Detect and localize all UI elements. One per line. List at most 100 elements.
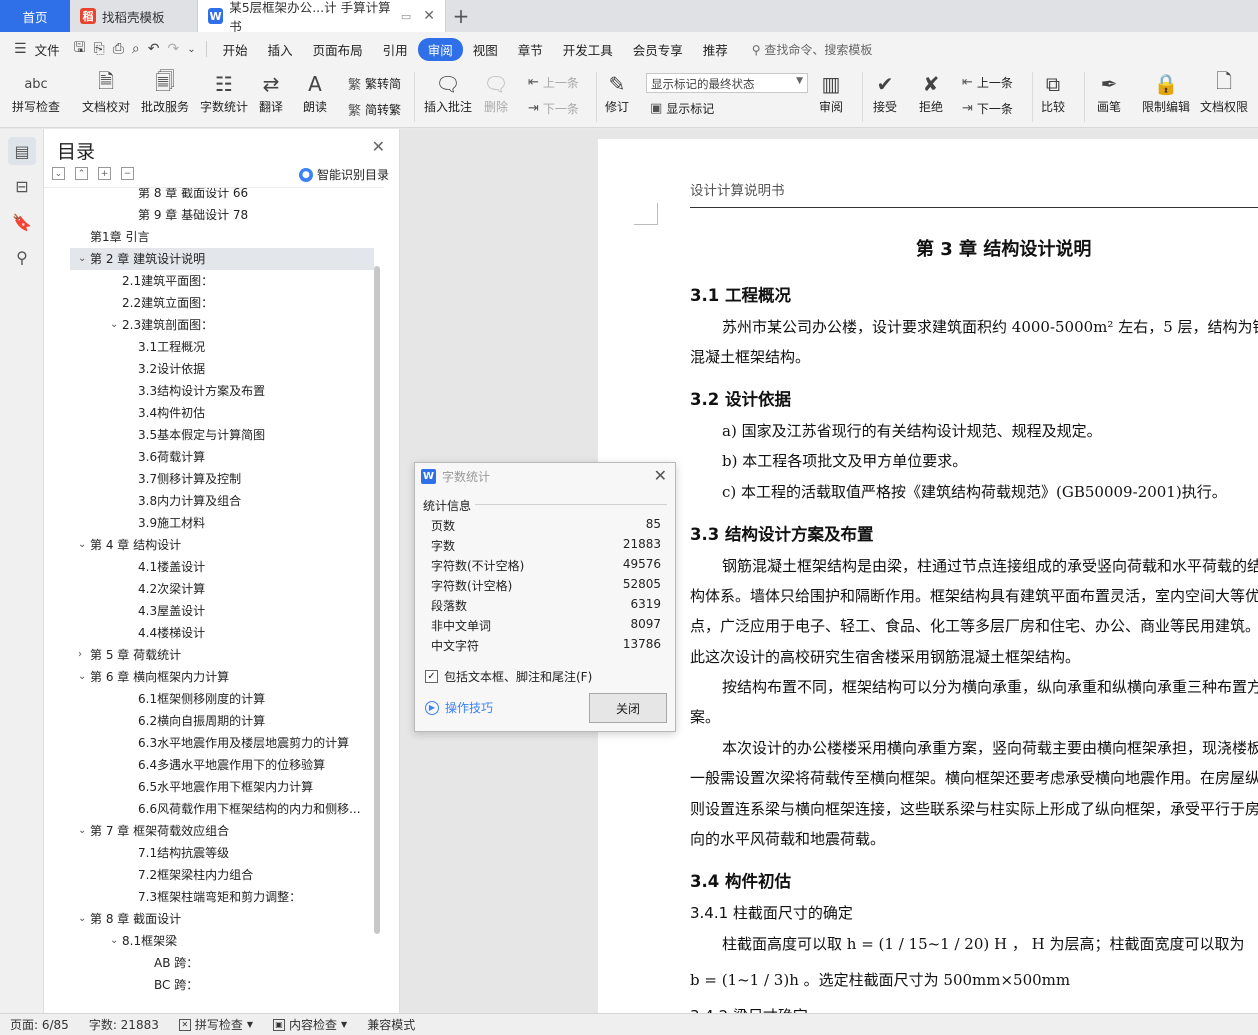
toc-item[interactable]: BC 跨： [154,974,198,996]
translate-button[interactable]: ⇄ 翻译 [258,70,284,115]
command-search[interactable]: ⚲ 查找命令、搜索模板 [752,41,873,58]
close-button[interactable]: 关闭 [589,693,667,723]
menu-item-layout[interactable]: 页面布局 [303,40,373,59]
toc-item[interactable]: 3.5基本假定与计算简图 [138,424,265,446]
to-traditional-button[interactable]: 繁繁转简 [348,74,401,93]
word-count-indicator[interactable]: 字数: 21883 [79,1016,169,1033]
tab-home[interactable]: 首页 [0,0,70,32]
menu-item-devtools[interactable]: 开发工具 [553,40,623,59]
markup-state-select[interactable]: 显示标记的最终状态 ▼ [646,73,808,93]
toc-item[interactable]: 6.1框架侧移刚度的计算 [138,688,265,710]
toc-item[interactable]: 3.4构件初估 [138,402,205,424]
toc-item[interactable]: › 第 5 章 荷载统计 [78,644,181,666]
new-tab-button[interactable]: + [446,0,476,32]
chevron-down-icon[interactable]: ⌄ [78,820,86,842]
menu-file[interactable]: 文件 [31,40,70,59]
toc-item[interactable]: 4.2次梁计算 [138,578,205,600]
spellcheck-status[interactable]: ✕ 拼写检查 ▼ [169,1016,263,1033]
chevron-down-icon[interactable]: ⌄ [110,930,118,952]
toc-item[interactable]: AB 跨： [154,952,198,974]
spellcheck-button[interactable]: abc 拼写检查 [12,70,60,115]
section-nav-icon[interactable]: ⊟ [8,172,36,200]
page-indicator[interactable]: 页面: 6/85 [0,1016,79,1033]
chevron-right-icon[interactable]: › [78,644,82,666]
menu-item-insert[interactable]: 插入 [258,40,303,59]
restrict-edit-button[interactable]: 🔒 限制编辑 [1142,70,1190,115]
chevron-down-icon[interactable]: ⌄ [78,666,86,688]
next-comment-button[interactable]: ⇥ 下一条 [528,100,579,117]
word-count-button[interactable]: ☷ 字数统计 [200,70,248,115]
toc-item[interactable]: ⌄ 2.3建筑剖面图： [110,314,213,336]
dock-icon[interactable]: ▭ [401,10,411,23]
toc-item[interactable]: 2.2建筑立面图： [122,292,213,314]
redo-icon[interactable]: ↷ [164,41,184,57]
tab-templates[interactable]: 稻 找稻壳模板 [70,0,198,32]
insert-comment-button[interactable]: 🗨 插入批注 [424,70,472,115]
toc-scrollbar[interactable] [374,266,380,934]
read-aloud-button[interactable]: A 朗读 [302,70,328,115]
toc-item[interactable]: 4.1楼盖设计 [138,556,205,578]
menu-item-section[interactable]: 章节 [508,40,553,59]
prev-change-button[interactable]: ⇤ 上一条 [962,74,1013,91]
search-icon[interactable]: ⚲ [8,243,36,271]
chevron-down-icon[interactable]: ⌄ [78,248,86,270]
close-tab-icon[interactable]: ✕ [423,8,435,24]
toc-item[interactable]: 6.6风荷载作用下框架结构的内力和侧移... [138,798,361,820]
toc-item[interactable]: ⌄ 第 4 章 结构设计 [78,534,181,556]
toc-panel-icon[interactable]: ▤ [8,137,36,165]
toc-item[interactable]: 6.5水平地震作用下框架内力计算 [138,776,313,798]
toc-item[interactable]: 3.9施工材料 [138,512,205,534]
toc-item[interactable]: 第 8 章 截面设计 66 [138,188,248,204]
close-icon[interactable]: ✕ [654,466,667,485]
smart-toc-button[interactable]: ● 智能识别目录 [298,166,389,183]
chevron-down-icon[interactable]: ⌄ [78,534,86,556]
toc-item[interactable]: 3.3结构设计方案及布置 [138,380,265,402]
add-icon[interactable]: + [98,167,111,180]
accept-button[interactable]: ✔ 接受 [872,70,898,115]
batch-service-button[interactable]: 🗐 批改服务 [141,69,189,115]
chevron-down-icon[interactable]: ⌄ [78,908,86,930]
chevron-down-icon[interactable]: ⌄ [110,314,118,336]
to-simplified-button[interactable]: 繁简转繁 [348,100,401,119]
doc-permission-button[interactable]: 🗋 文档权限 [1200,69,1248,115]
toc-item[interactable]: ⌄ 第 2 章 建筑设计说明 [70,248,374,270]
next-change-button[interactable]: ⇥ 下一条 [962,100,1013,117]
dialog-titlebar[interactable]: W 字数统计 [415,463,675,489]
collapse-icon[interactable]: ⌃ [75,167,88,180]
toc-item[interactable]: 6.2横向自振周期的计算 [138,710,265,732]
menu-item-member[interactable]: 会员专享 [623,40,693,59]
toc-item[interactable]: 3.2设计依据 [138,358,205,380]
save-icon[interactable]: 🖫 [70,37,90,61]
toc-item[interactable]: 2.1建筑平面图： [122,270,213,292]
content-check-status[interactable]: ▣ 内容检查 ▼ [263,1016,357,1033]
menu-item-start[interactable]: 开始 [213,40,258,59]
menu-item-view[interactable]: 视图 [463,40,508,59]
toc-item[interactable]: ⌄ 第 8 章 截面设计 [78,908,181,930]
track-changes-button[interactable]: ✎ 修订 [604,70,630,115]
toc-item[interactable]: 7.3框架柱端弯矩和剪力调整： [138,886,301,908]
toc-item[interactable]: 7.1结构抗震等级 [138,842,229,864]
export-icon[interactable]: ⎘ [90,41,109,57]
toc-item[interactable]: 3.7侧移计算及控制 [138,468,241,490]
doc-proof-button[interactable]: 🗎 文档校对 [82,69,130,115]
toc-item[interactable]: 第 9 章 基础设计 78 [138,204,248,226]
toc-item[interactable]: ⌄ 第 6 章 横向框架内力计算 [78,666,229,688]
print-icon[interactable]: ⎙ [109,41,128,57]
close-icon[interactable]: ✕ [372,137,385,156]
undo-icon[interactable]: ↶ [144,41,164,57]
toc-item[interactable]: 6.3水平地震作用及楼层地震剪力的计算 [138,732,349,754]
hamburger-icon[interactable]: ☰ [10,41,31,57]
toc-item[interactable]: ⌄ 第 7 章 框架荷载效应组合 [78,820,229,842]
reject-button[interactable]: ✘ 拒绝 [918,70,944,115]
compare-button[interactable]: ⧉ 比较 [1040,70,1066,115]
menu-item-review[interactable]: 审阅 [417,37,463,61]
include-notes-checkbox[interactable]: ✓ 包括文本框、脚注和尾注(F) [425,668,592,685]
menu-item-recommend[interactable]: 推荐 [693,40,738,59]
toc-item[interactable]: 7.2框架梁柱内力组合 [138,864,253,886]
review-pane-button[interactable]: ▥ 审阅 [818,70,844,115]
bookmark-icon[interactable]: 🔖 [8,208,36,236]
expand-icon[interactable]: ⌄ [52,167,65,180]
toc-item[interactable]: 第1章 引言 [90,226,149,248]
toc-item[interactable]: 3.1工程概况 [138,336,205,358]
toc-item[interactable]: 4.3屋盖设计 [138,600,205,622]
